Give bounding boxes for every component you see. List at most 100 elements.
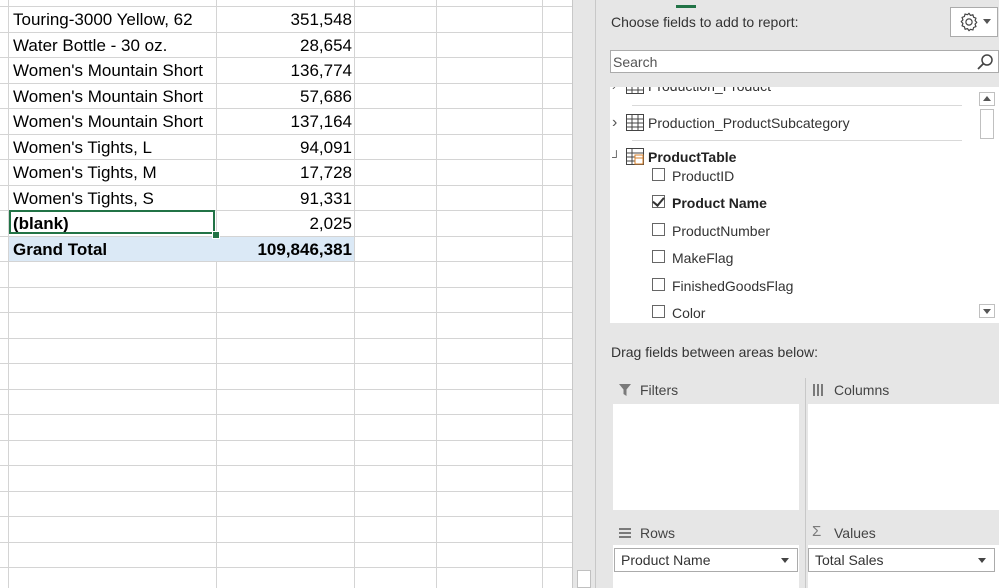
search-box[interactable]: [610, 50, 999, 73]
row-label[interactable]: Women's Mountain Short: [13, 58, 203, 83]
row-label[interactable]: Touring-3000 Yellow, 62: [13, 7, 193, 32]
chevron-right-icon[interactable]: ›: [612, 111, 617, 135]
grid-line: [0, 287, 572, 288]
search-icon[interactable]: [976, 53, 994, 71]
rows-field-label: Product Name: [621, 552, 711, 568]
field-label[interactable]: Product Name: [672, 191, 767, 215]
row-value[interactable]: 351,548: [217, 7, 352, 32]
table-icon: [626, 114, 644, 131]
field-label[interactable]: MakeFlag: [672, 246, 733, 270]
row-value[interactable]: 17,728: [217, 160, 352, 185]
vertical-scrollbar[interactable]: [572, 0, 596, 588]
area-divider: [805, 378, 806, 588]
row-value[interactable]: 57,686: [217, 84, 352, 109]
rows-field-dropdown[interactable]: Product Name: [614, 548, 798, 572]
settings-button[interactable]: [950, 7, 998, 37]
field-checkbox[interactable]: [652, 305, 665, 318]
rows-label: Rows: [640, 525, 676, 541]
field-checkbox[interactable]: [652, 250, 665, 263]
field-list[interactable]: › Production_Product › Pr: [610, 87, 999, 323]
table-row[interactable]: Women's Tights, M 17,728: [0, 160, 572, 185]
row-label[interactable]: Water Bottle - 30 oz.: [13, 33, 167, 58]
field-checkbox[interactable]: [652, 168, 665, 181]
field-checkbox[interactable]: [652, 223, 665, 236]
spreadsheet-grid[interactable]: Touring-3000 Yellow, 62 351,548 Water Bo…: [0, 0, 572, 588]
grid-line: [0, 542, 572, 543]
row-label[interactable]: Women's Mountain Short: [13, 84, 203, 109]
pane-title: Choose fields to add to report:: [611, 14, 799, 30]
field-checkbox[interactable]: [652, 278, 665, 291]
scroll-down-button[interactable]: [979, 304, 995, 318]
table-row[interactable]: Women's Mountain Short 137,164: [0, 109, 572, 134]
fill-handle[interactable]: [212, 231, 220, 239]
chevron-right-icon[interactable]: ›: [612, 87, 616, 98]
row-label[interactable]: Women's Mountain Short: [13, 109, 203, 134]
grid-line: [0, 389, 572, 390]
columns-icon: [813, 384, 823, 396]
filters-label: Filters: [640, 382, 679, 398]
active-cell-border: [9, 210, 215, 234]
row-label[interactable]: Women's Tights, M: [13, 160, 157, 185]
row-value[interactable]: 91,331: [217, 186, 352, 211]
field-label[interactable]: Color: [672, 301, 705, 323]
table-row[interactable]: Women's Mountain Short 57,686: [0, 84, 572, 109]
row-label[interactable]: Women's Tights, L: [13, 135, 152, 160]
values-field-dropdown[interactable]: Total Sales: [808, 548, 995, 572]
values-field-label: Total Sales: [815, 552, 884, 568]
grid-line: [0, 465, 572, 466]
grid-line: [0, 363, 572, 364]
row-label[interactable]: Women's Tights, S: [13, 186, 154, 211]
table-row[interactable]: Water Bottle - 30 oz. 28,654: [0, 33, 572, 58]
grid-line: [0, 414, 572, 415]
grid-line: [0, 516, 572, 517]
table-icon: [626, 87, 644, 94]
columns-drop-zone[interactable]: [808, 404, 999, 510]
divider: [632, 140, 962, 141]
grid-line: [0, 491, 572, 492]
rows-icon: [619, 528, 631, 538]
field-label[interactable]: ProductNumber: [672, 219, 770, 243]
grand-total-label[interactable]: Grand Total: [13, 237, 107, 262]
field-list-scrollbar[interactable]: [977, 87, 999, 323]
scrollbar-thumb[interactable]: [577, 570, 591, 588]
grand-total-row[interactable]: Grand Total 109,846,381: [0, 237, 572, 262]
filters-drop-zone[interactable]: [613, 404, 799, 510]
table-row[interactable]: Women's Tights, L 94,091: [0, 135, 572, 160]
chevron-down-icon[interactable]: [781, 558, 789, 563]
grid-line: [0, 312, 572, 313]
row-value[interactable]: 28,654: [217, 33, 352, 58]
grid-line: [0, 567, 572, 568]
field-label[interactable]: ProductID: [672, 164, 734, 188]
field-label[interactable]: FinishedGoodsFlag: [672, 274, 793, 298]
values-area-header: Σ Values: [812, 522, 982, 544]
rows-area-header: Rows: [618, 522, 788, 544]
row-value[interactable]: 94,091: [217, 135, 352, 160]
gear-icon: [960, 12, 978, 32]
filters-area-header: Filters: [618, 379, 788, 401]
checkmark-icon: [652, 194, 665, 207]
columns-area-header: Columns: [812, 379, 982, 401]
active-tab-indicator: [676, 5, 696, 8]
field-checkbox-checked[interactable]: [652, 194, 665, 208]
table-row[interactable]: Women's Mountain Short 136,774: [0, 58, 572, 83]
table-row[interactable]: Women's Tights, S 91,331: [0, 186, 572, 211]
search-input[interactable]: [613, 52, 963, 71]
sigma-icon: Σ: [812, 523, 822, 540]
table-row[interactable]: Touring-3000 Yellow, 62 351,548: [0, 7, 572, 32]
columns-label: Columns: [834, 382, 890, 398]
table-name[interactable]: Production_Product: [648, 87, 771, 98]
divider: [632, 105, 962, 106]
row-value[interactable]: 2,025: [217, 211, 352, 236]
collapse-icon[interactable]: ┘: [612, 145, 621, 169]
pivot-field-list-pane: Choose fields to add to report: ›: [596, 0, 999, 588]
scrollbar-thumb[interactable]: [980, 109, 994, 139]
values-label: Values: [834, 525, 876, 541]
grand-total-value[interactable]: 109,846,381: [217, 237, 352, 262]
table-active-icon: [626, 148, 644, 165]
row-value[interactable]: 137,164: [217, 109, 352, 134]
grid-line: [0, 338, 572, 339]
table-name[interactable]: Production_ProductSubcategory: [648, 111, 850, 135]
row-value[interactable]: 136,774: [217, 58, 352, 83]
scroll-up-button[interactable]: [979, 92, 995, 106]
chevron-down-icon[interactable]: [978, 558, 986, 563]
